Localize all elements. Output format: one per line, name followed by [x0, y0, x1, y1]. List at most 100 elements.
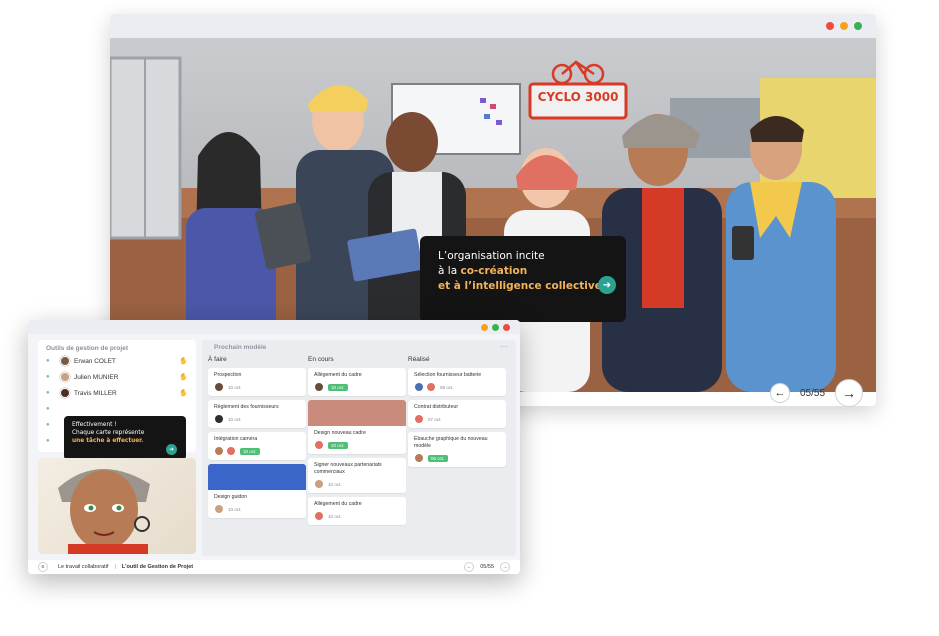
- avatar: [314, 382, 324, 392]
- member-name: Erwan COLET: [74, 357, 116, 365]
- task-date-badge: 10 oct.: [328, 383, 348, 391]
- tip-line-2: Chaque carte représente: [72, 430, 145, 436]
- avatar: [226, 446, 236, 456]
- minimize-dot-icon[interactable]: [481, 323, 488, 331]
- avatar: [426, 382, 436, 392]
- column-title: En cours: [308, 356, 334, 363]
- task-date: 10 oct.: [228, 416, 242, 422]
- member-name: Julien MUNIER: [74, 373, 119, 381]
- prev-page-button[interactable]: ←: [464, 562, 475, 572]
- pin-icon: ●: [46, 374, 50, 380]
- more-options-icon[interactable]: ···: [500, 342, 508, 351]
- arrow-right-icon: ➜: [602, 279, 612, 291]
- column-in-progress: En cours Allègement du cadre 10 oct. Des…: [308, 356, 406, 529]
- task-title: Ébauche graphique du nouveau modèle: [414, 436, 488, 449]
- bubble-line-3: et à l’intelligence collective.: [438, 280, 606, 292]
- task-card[interactable]: Sélection fournisseur batterie 08 oct.: [408, 368, 506, 396]
- pin-icon: ●: [46, 438, 50, 444]
- portrait-illustration: [58, 468, 150, 554]
- task-card[interactable]: Signer nouveaux partenariats commerciaux…: [308, 458, 406, 493]
- bubble-highlight-cocreation: co-création: [460, 265, 528, 277]
- member-row[interactable]: ● Travis MILLER ✋: [46, 386, 188, 400]
- maximize-dot-icon[interactable]: [492, 323, 499, 331]
- stage: CYCLO 3000 L’organisation incite à la co…: [0, 0, 939, 636]
- next-page-button[interactable]: →: [500, 562, 510, 572]
- menu-icon: ≡: [41, 564, 45, 570]
- task-title: Règlement des fournisseurs: [214, 404, 279, 410]
- tip-next-button[interactable]: ➜: [166, 444, 177, 455]
- task-date: 08 oct.: [440, 384, 454, 390]
- bubble-line-2-prefix: à la: [438, 265, 461, 277]
- task-card[interactable]: Prospection 10 oct.: [208, 368, 306, 396]
- member-row[interactable]: ● Julien MUNIER ✋: [46, 370, 188, 384]
- task-card[interactable]: Allègement du cadre 10 oct.: [308, 497, 406, 525]
- task-card[interactable]: Règlement des fournisseurs 10 oct.: [208, 400, 306, 428]
- hand-icon[interactable]: ✋: [179, 389, 188, 397]
- character-portrait: [38, 458, 196, 554]
- pin-icon: ●: [46, 390, 50, 396]
- tip-line-1: Effectivement !: [72, 422, 117, 428]
- arrow-right-icon: ➜: [168, 445, 175, 453]
- app-body: Outils de gestion de projet ● Erwan COLE…: [28, 334, 520, 560]
- team-panel-title: Outils de gestion de projet: [46, 345, 128, 352]
- close-dot-icon[interactable]: [826, 22, 834, 30]
- task-title: Signer nouveaux partenariats commerciaux: [314, 462, 382, 475]
- breadcrumb-separator: |: [114, 564, 116, 570]
- task-card[interactable]: Design guidon 10 oct.: [208, 464, 306, 518]
- bubble-next-button[interactable]: ➜: [598, 276, 616, 294]
- task-title: Intégration caméra: [214, 436, 258, 442]
- maximize-dot-icon[interactable]: [854, 22, 862, 30]
- minimize-dot-icon[interactable]: [840, 22, 848, 30]
- arrow-left-icon: ←: [774, 387, 786, 399]
- next-page-button[interactable]: →: [835, 379, 864, 407]
- task-title: Sélection fournisseur batterie: [414, 372, 482, 378]
- breadcrumb-section[interactable]: Le travail collaboratif: [58, 564, 108, 570]
- task-card[interactable]: Design nouveau cadre 10 oct.: [308, 400, 406, 454]
- avatar: [414, 414, 424, 424]
- bubble-line-1: L’organisation incite: [438, 250, 545, 262]
- task-card[interactable]: Intégration caméra 10 oct.: [208, 432, 306, 460]
- avatar: [314, 479, 324, 489]
- task-card[interactable]: Ébauche graphique du nouveau modèle 06 o…: [408, 432, 506, 467]
- task-card[interactable]: Allègement du cadre 10 oct.: [308, 368, 406, 396]
- front-window-titlebar: [28, 320, 520, 334]
- avatar: [214, 382, 224, 392]
- avatar: [314, 511, 324, 521]
- task-title: Prospection: [214, 372, 242, 378]
- footer-pager: ← 05/55 →: [464, 562, 510, 572]
- tip-line-3: une tâche à effectuer.: [72, 438, 144, 444]
- task-title: Contrat distributeur: [414, 404, 459, 410]
- board-title: Prochain modèle: [214, 344, 267, 351]
- task-date: 10 oct.: [228, 506, 242, 512]
- task-date: 10 oct.: [328, 481, 342, 487]
- member-row[interactable]: ●: [46, 402, 188, 416]
- avatar: [414, 453, 424, 463]
- task-date-badge: 10 oct.: [328, 441, 348, 449]
- front-window: Outils de gestion de projet ● Erwan COLE…: [28, 320, 520, 574]
- pin-icon: ●: [46, 422, 50, 428]
- menu-button[interactable]: ≡: [38, 562, 48, 572]
- breadcrumb-current: L’outil de Gestion de Projet: [121, 564, 194, 570]
- tip-bubble: Effectivement ! Chaque carte représente …: [64, 416, 186, 460]
- avatar: [60, 388, 70, 398]
- hand-icon[interactable]: ✋: [179, 357, 188, 365]
- scene-pager: ← 05/55 →: [770, 378, 870, 408]
- avatar: [214, 504, 224, 514]
- hand-icon[interactable]: ✋: [179, 373, 188, 381]
- back-window-titlebar: [110, 14, 876, 38]
- column-title: À faire: [208, 356, 227, 363]
- speech-bubble: L’organisation incite à la co-création e…: [420, 236, 626, 322]
- kanban-board: Prochain modèle ··· À faire Prospection …: [202, 340, 516, 556]
- prev-page-button[interactable]: ←: [770, 383, 790, 403]
- bike-frame-image: [308, 400, 406, 426]
- app-footer: ≡ Le travail collaboratif | L’outil de G…: [28, 560, 520, 574]
- close-dot-icon[interactable]: [503, 323, 510, 331]
- task-title: Design guidon: [214, 494, 248, 500]
- column-done: Réalisé Sélection fournisseur batterie 0…: [408, 356, 506, 471]
- pin-icon: ●: [46, 406, 50, 412]
- avatar: [60, 372, 70, 382]
- member-row[interactable]: ● Erwan COLET ✋: [46, 354, 188, 368]
- task-card[interactable]: Contrat distributeur 07 oct.: [408, 400, 506, 428]
- task-title: Allègement du cadre: [314, 372, 362, 378]
- arrow-right-icon: →: [842, 385, 857, 401]
